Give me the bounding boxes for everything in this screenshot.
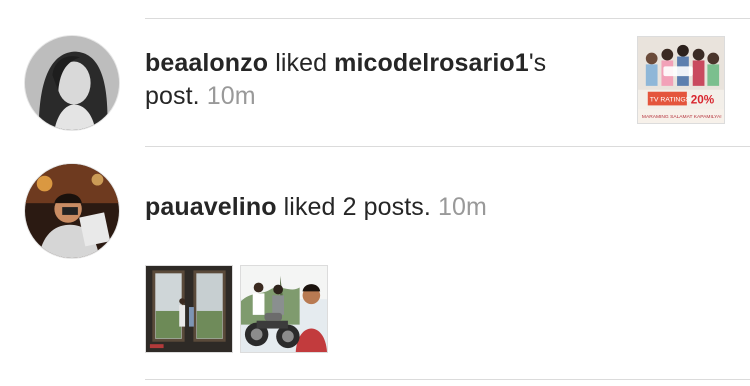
thumbnail-footer: MARAMING SALAMAT KAPAMILYA! <box>642 114 722 120</box>
thumbnail-percent: 20% <box>691 93 715 106</box>
activity-row[interactable]: pauavelino liked 2 posts. 10m <box>0 147 750 379</box>
avatar-photo-icon <box>25 164 119 258</box>
target-username-link[interactable]: micodelrosario1 <box>334 49 529 77</box>
post-thumbnail-photo-icon: TV RATINGS 20% MARAMING SALAMAT KAPAMILY… <box>638 37 724 123</box>
activity-verb: liked <box>275 49 328 77</box>
post-thumbnail[interactable] <box>145 265 233 353</box>
activity-action: liked 2 posts. <box>283 193 431 221</box>
activity-object: post. <box>145 82 200 110</box>
username-link[interactable]: beaalonzo <box>145 49 268 77</box>
thumbnail-caption: TV RATINGS <box>650 97 691 104</box>
post-thumbnail[interactable]: TV RATINGS 20% MARAMING SALAMAT KAPAMILY… <box>637 36 725 124</box>
bottom-divider <box>145 379 750 380</box>
timestamp: 10m <box>438 193 487 221</box>
avatar-photo-icon <box>25 36 119 130</box>
user-avatar[interactable] <box>24 35 120 131</box>
possessive-suffix: 's <box>528 49 547 77</box>
post-thumbnail-photo-icon <box>146 266 232 352</box>
username-link[interactable]: pauavelino <box>145 193 277 221</box>
post-thumbnail-photo-icon <box>241 266 327 352</box>
activity-row[interactable]: beaalonzo liked micodelrosario1's post. … <box>0 19 750 146</box>
timestamp: 10m <box>206 82 256 110</box>
activity-text: beaalonzo liked micodelrosario1's post. … <box>145 47 546 113</box>
post-thumbnail[interactable] <box>240 265 328 353</box>
activity-text: pauavelino liked 2 posts. 10m <box>145 191 487 224</box>
user-avatar[interactable] <box>24 163 120 259</box>
